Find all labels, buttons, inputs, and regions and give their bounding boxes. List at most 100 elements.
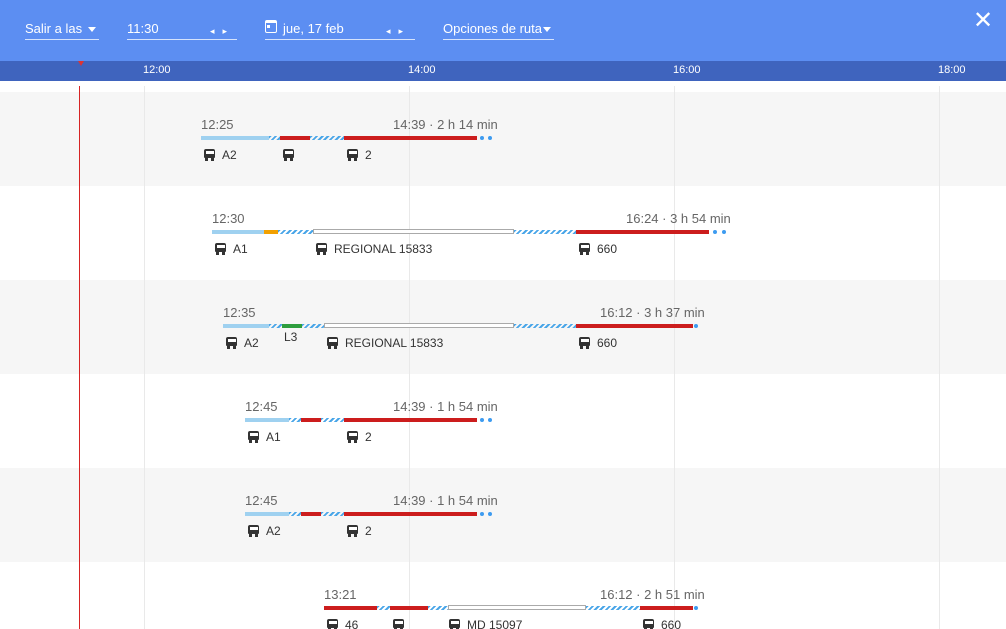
itinerary-row-4[interactable]: 12:45 14:39 · 1 h 54 min A1 2 — [0, 399, 1006, 459]
arrival-duration: 14:39 · 2 h 14 min — [393, 117, 498, 132]
bus-icon — [327, 619, 338, 629]
arrival-duration: 16:24 · 3 h 54 min — [626, 211, 731, 226]
departure-time: 12:30 — [212, 211, 245, 226]
route-options-select[interactable]: Opciones de ruta — [443, 18, 554, 40]
line-label: A1 — [266, 430, 281, 444]
segment-walk — [302, 324, 324, 328]
date-value: jue, 17 feb — [283, 21, 344, 36]
segment-walk — [428, 606, 448, 610]
walk-dot — [694, 606, 698, 610]
segment-walk — [586, 606, 640, 610]
segment-bus — [640, 606, 693, 610]
bus-icon — [643, 619, 654, 629]
chevron-down-icon — [88, 27, 96, 32]
line-label: 2 — [365, 148, 372, 162]
tick-label: 12:00 — [143, 64, 171, 76]
segment-bus — [201, 136, 269, 140]
segment-bus — [245, 512, 289, 516]
bus-icon — [226, 337, 237, 349]
depart-mode-label: Salir a las — [25, 21, 83, 36]
date-input[interactable]: jue, 17 feb ◂▸ — [265, 18, 415, 40]
segment-walk — [289, 418, 301, 422]
segment-metro — [264, 230, 278, 234]
itinerary-row-6[interactable]: 13:21 16:12 · 2 h 51 min 46 MD 15097 660 — [0, 587, 1006, 629]
bus-icon — [579, 243, 590, 255]
timeline-axis: 12:00 14:00 16:00 18:00 — [0, 61, 1006, 81]
bus-icon — [347, 525, 358, 537]
time-stepper-arrows-icon[interactable]: ◂▸ — [210, 22, 235, 40]
bus-icon — [283, 149, 294, 161]
arrival-duration: 16:12 · 3 h 37 min — [600, 305, 705, 320]
segment-bus — [324, 606, 377, 610]
segment-train — [324, 323, 514, 328]
itinerary-row-2[interactable]: 12:30 16:24 · 3 h 54 min A1 REGIONAL 158… — [0, 211, 1006, 271]
segment-bus — [390, 606, 428, 610]
walk-dot — [480, 512, 484, 516]
departure-time: 12:45 — [245, 399, 278, 414]
segment-train — [448, 605, 586, 610]
depart-mode-select[interactable]: Salir a las — [25, 18, 99, 40]
tick-label: 18:00 — [938, 64, 966, 76]
segment-bus — [223, 324, 269, 328]
arrival-duration: 16:12 · 2 h 51 min — [600, 587, 705, 602]
close-icon[interactable]: ✕ — [972, 9, 994, 33]
time-value: 11:30 — [127, 21, 159, 36]
walk-dot — [694, 324, 698, 328]
walk-dot — [480, 418, 484, 422]
line-label: L3 — [284, 330, 298, 344]
line-label: A2 — [266, 524, 281, 538]
line-label: 660 — [597, 336, 618, 350]
tick-label: 14:00 — [408, 64, 436, 76]
segment-bus — [301, 418, 321, 422]
walk-dot — [480, 136, 484, 140]
date-stepper-arrows-icon[interactable]: ◂▸ — [386, 22, 411, 40]
segment-metro — [282, 324, 302, 328]
train-icon — [449, 619, 460, 629]
segment-bus — [344, 136, 477, 140]
top-bar: Salir a las 11:30 ◂▸ jue, 17 feb ◂▸ Opci… — [0, 0, 1006, 61]
segment-walk — [321, 512, 344, 516]
line-label: 660 — [661, 618, 682, 629]
arrival-duration: 14:39 · 1 h 54 min — [393, 399, 498, 414]
line-label: REGIONAL 15833 — [345, 336, 444, 350]
segment-bus — [301, 512, 321, 516]
chevron-down-icon — [543, 27, 551, 32]
segment-bus — [576, 324, 693, 328]
segment-bus — [245, 418, 289, 422]
segment-bus — [344, 512, 477, 516]
line-label: A2 — [222, 148, 237, 162]
train-icon — [316, 243, 327, 255]
segment-walk — [310, 136, 344, 140]
bus-icon — [393, 619, 404, 629]
line-label: A1 — [233, 242, 248, 256]
bus-icon — [347, 149, 358, 161]
line-label: 46 — [345, 618, 359, 629]
line-label: 2 — [365, 524, 372, 538]
line-label: MD 15097 — [467, 618, 523, 629]
itinerary-row-1[interactable]: 12:25 14:39 · 2 h 14 min A2 2 — [0, 117, 1006, 177]
itinerary-row-5[interactable]: 12:45 14:39 · 1 h 54 min A2 2 — [0, 493, 1006, 553]
bus-icon — [347, 431, 358, 443]
walk-dot — [488, 418, 492, 422]
segment-walk — [278, 230, 313, 234]
itinerary-row-3[interactable]: 12:35 16:12 · 3 h 37 min A2 L3 REGIONAL … — [0, 305, 1006, 365]
segment-bus — [344, 418, 477, 422]
segment-bus — [212, 230, 264, 234]
line-label: 660 — [597, 242, 618, 256]
bus-icon — [248, 525, 259, 537]
bus-icon — [204, 149, 215, 161]
segment-walk — [514, 230, 576, 234]
segment-walk — [269, 324, 282, 328]
segment-walk — [321, 418, 344, 422]
tick-label: 16:00 — [673, 64, 701, 76]
arrival-duration: 14:39 · 1 h 54 min — [393, 493, 498, 508]
time-input[interactable]: 11:30 ◂▸ — [127, 18, 237, 40]
bus-icon — [248, 431, 259, 443]
segment-walk — [289, 512, 301, 516]
calendar-icon[interactable] — [265, 20, 277, 33]
line-label: REGIONAL 15833 — [334, 242, 433, 256]
route-options-label: Opciones de ruta — [443, 21, 543, 36]
segment-train — [313, 229, 514, 234]
bus-icon — [215, 243, 226, 255]
departure-time: 12:35 — [223, 305, 256, 320]
